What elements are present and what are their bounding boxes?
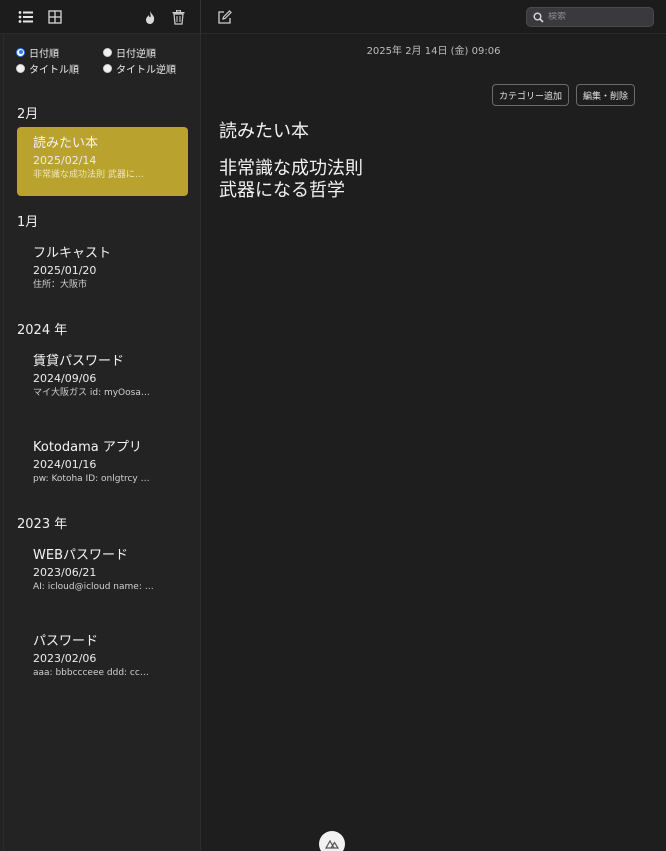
- toolbar-divider: [200, 0, 201, 34]
- note-datetime: 2025年 2月 14日 (金) 09:06: [366, 46, 501, 57]
- note-body[interactable]: 読みたい本 非常識な成功法則 武器になる哲学: [219, 120, 639, 202]
- group-header: 2月: [17, 107, 39, 122]
- note-title: 賃貸パスワード: [33, 354, 125, 369]
- note-date: 2023/02/06: [33, 652, 97, 665]
- note-item[interactable]: Kotodama アプリ 2024/01/16 pw: Kotoha ID: o…: [17, 431, 188, 486]
- flame-icon[interactable]: [141, 8, 159, 26]
- note-content: 非常識な成功法則 武器になる哲学: [219, 158, 639, 202]
- sort-title-asc[interactable]: タイトル順: [16, 61, 103, 76]
- search-icon: [533, 8, 544, 27]
- sort-label: タイトル順: [29, 64, 79, 76]
- note-item[interactable]: 賃貸パスワード 2024/09/06 マイ大阪ガス id: myOosa…: [17, 345, 188, 400]
- note-item[interactable]: WEBパスワード 2023/06/21 AI: icloud@icloud na…: [17, 539, 188, 594]
- grid-view-icon[interactable]: [46, 8, 64, 26]
- add-category-button[interactable]: カテゴリー追加: [492, 84, 570, 106]
- note-date: 2024/01/16: [33, 458, 97, 471]
- sort-label: タイトル逆順: [116, 64, 176, 76]
- note-preview: aaa: bbbccceee ddd: cc…: [33, 668, 149, 678]
- note-preview: AI: icloud@icloud name: …: [33, 582, 154, 592]
- note-title: WEBパスワード: [33, 548, 128, 563]
- note-preview: pw: Kotoha ID: onlgtrcy …: [33, 474, 150, 484]
- note-line: 武器になる哲学: [219, 180, 345, 201]
- app-logo-icon: [319, 831, 345, 851]
- note-date: 2023/06/21: [33, 566, 97, 579]
- note-date: 2025/01/20: [33, 264, 97, 277]
- radio-button[interactable]: [103, 63, 112, 73]
- note-item[interactable]: パスワード 2023/02/06 aaa: bbbccceee ddd: cc…: [17, 625, 188, 680]
- note-heading: 読みたい本: [219, 121, 309, 142]
- group-header: 2024 年: [17, 323, 68, 338]
- note-title: 読みたい本: [33, 136, 99, 151]
- notes-app: 日付順 日付逆順 タイトル順 タイトル逆順 2月 読みたい本 2025/02/1…: [0, 0, 666, 851]
- note-detail: 2025年 2月 14日 (金) 09:06 カテゴリー追加 編集・削除 読みた…: [201, 34, 666, 851]
- sort-date-asc[interactable]: 日付順: [16, 45, 103, 60]
- note-title: パスワード: [33, 634, 99, 649]
- radio-button[interactable]: [16, 47, 25, 57]
- note-preview: 住所：大阪市: [33, 280, 88, 290]
- note-title: フルキャスト: [33, 246, 112, 261]
- note-date: 2024/09/06: [33, 372, 97, 385]
- note-line: 非常識な成功法則: [219, 158, 363, 179]
- sort-options: 日付順 日付逆順 タイトル順 タイトル逆順: [16, 45, 196, 76]
- sort-label: 日付順: [29, 48, 59, 60]
- note-date: 2025/02/14: [33, 154, 97, 167]
- sort-date-desc[interactable]: 日付逆順: [103, 45, 193, 60]
- note-item-selected[interactable]: 読みたい本 2025/02/14 非常識な成功法則 武器に…: [17, 127, 188, 196]
- sort-label: 日付逆順: [116, 48, 156, 60]
- note-item[interactable]: フルキャスト 2025/01/20 住所：大阪市: [17, 237, 188, 292]
- note-list-sidebar: 日付順 日付逆順 タイトル順 タイトル逆順 2月 読みたい本 2025/02/1…: [0, 34, 201, 851]
- search-input[interactable]: [548, 12, 648, 22]
- edit-delete-button[interactable]: 編集・削除: [576, 84, 636, 106]
- group-header: 2023 年: [17, 517, 68, 532]
- radio-button[interactable]: [16, 63, 25, 73]
- group-header: 1月: [17, 215, 39, 230]
- note-title: Kotodama アプリ: [33, 440, 142, 455]
- note-preview: 非常識な成功法則 武器に…: [33, 170, 144, 180]
- trash-icon[interactable]: [169, 8, 187, 26]
- sort-title-desc[interactable]: タイトル逆順: [103, 61, 193, 76]
- compose-icon[interactable]: [215, 8, 233, 26]
- radio-button[interactable]: [103, 47, 112, 57]
- note-preview: マイ大阪ガス id: myOosa…: [33, 388, 150, 398]
- list-view-icon[interactable]: [17, 8, 35, 26]
- toolbar: [0, 0, 666, 34]
- search-box[interactable]: [526, 7, 654, 27]
